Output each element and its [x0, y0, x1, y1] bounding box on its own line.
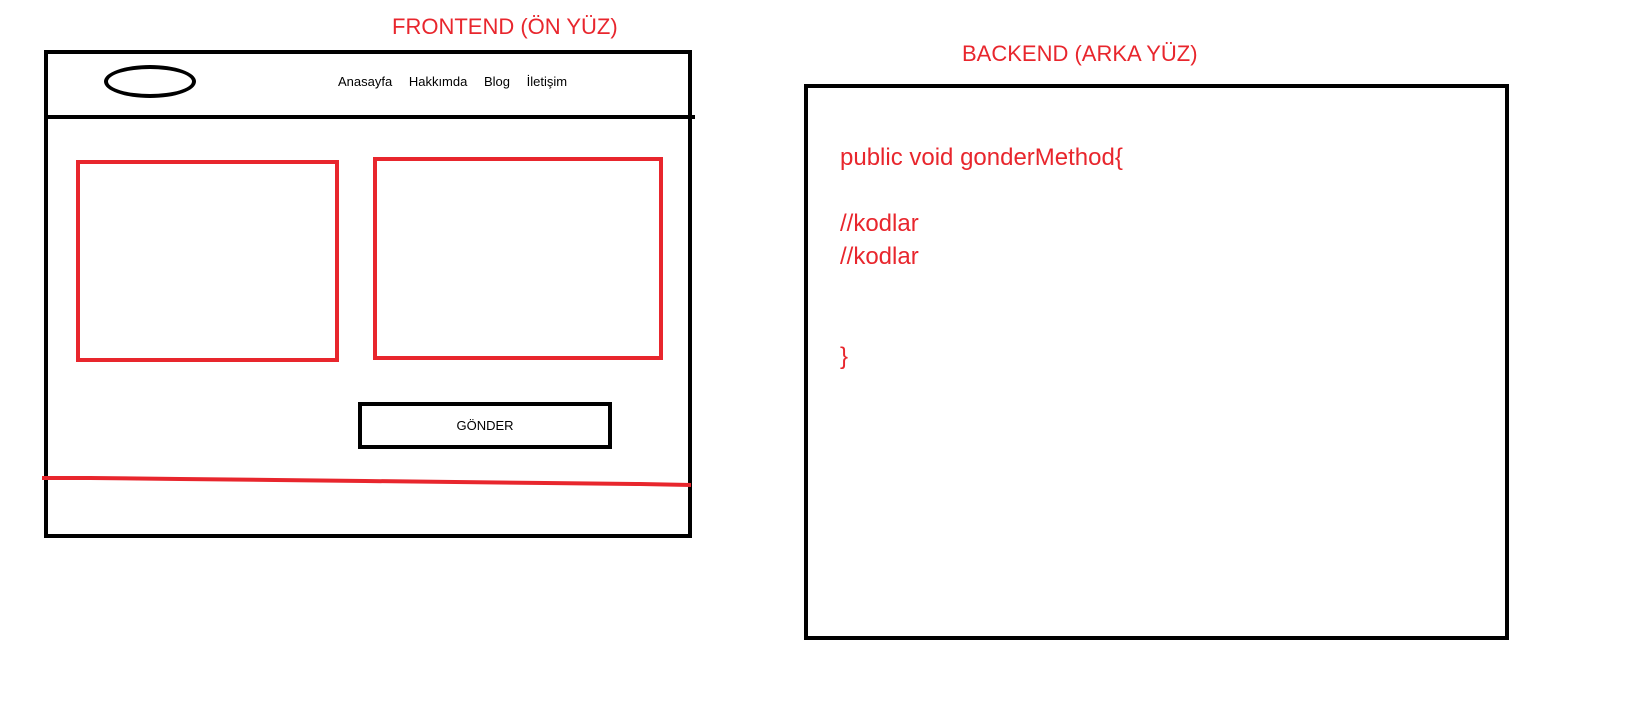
nav-item-anasayfa[interactable]: Anasayfa [338, 74, 392, 89]
logo[interactable] [104, 65, 196, 98]
submit-button[interactable]: GÖNDER [358, 402, 612, 449]
code-closing-brace: } [840, 343, 849, 370]
content-box-right [373, 157, 663, 360]
content-box-left [76, 160, 339, 362]
code-comment-2: //kodlar [840, 243, 919, 270]
nav-item-hakkimda[interactable]: Hakkımda [409, 74, 468, 89]
code-comment-1: //kodlar [840, 210, 919, 237]
nav-menu: Anasayfa Hakkımda Blog İletişim [338, 74, 567, 89]
backend-title: BACKEND (ARKA YÜZ) [962, 41, 1198, 66]
nav-item-iletisim[interactable]: İletişim [527, 74, 567, 89]
frontend-title: FRONTEND (ÖN YÜZ) [392, 14, 618, 39]
nav-item-blog[interactable]: Blog [484, 74, 510, 89]
header-divider [44, 115, 695, 119]
code-method-signature: public void gonderMethod{ [840, 144, 1123, 171]
